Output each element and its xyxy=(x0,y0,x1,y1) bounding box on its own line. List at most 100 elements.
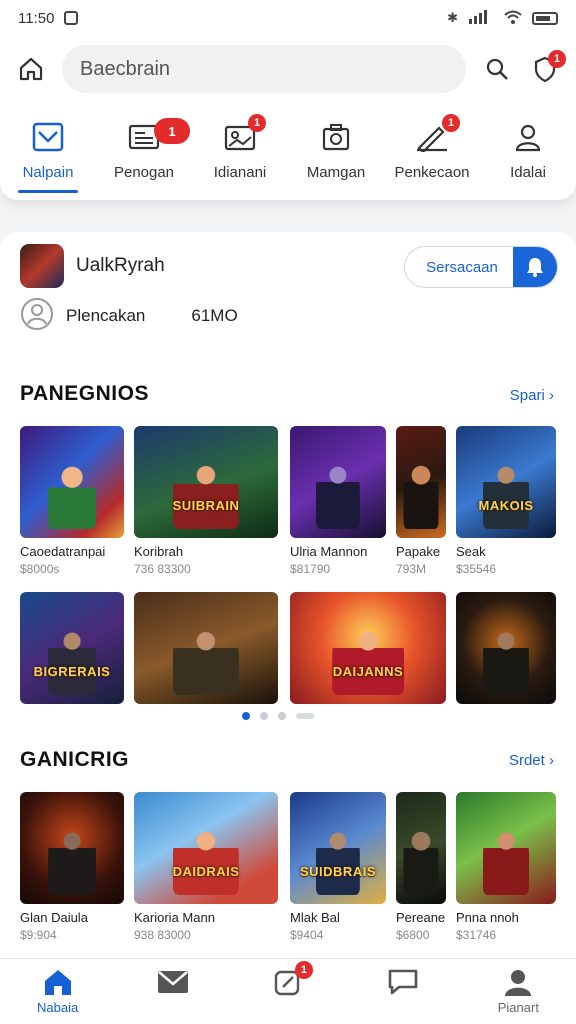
game-tile[interactable] xyxy=(456,792,556,904)
category-idianani[interactable]: 1 Idianani xyxy=(194,114,286,181)
bell-icon xyxy=(513,247,557,287)
game-price: 736 83300 xyxy=(134,562,191,576)
game-tile[interactable] xyxy=(290,426,386,538)
game-title[interactable]: Karioria Mann xyxy=(134,910,278,925)
see-all-link[interactable]: Srdet › xyxy=(509,752,554,769)
carousel-indicator[interactable] xyxy=(242,712,314,720)
tile-art-title: MAKOIS xyxy=(478,498,534,514)
game-title[interactable]: Pereane xyxy=(396,910,450,925)
nav-home[interactable]: Nabaia xyxy=(13,967,103,1016)
category-nalpain[interactable]: Nalpain xyxy=(2,120,94,193)
home-icon[interactable] xyxy=(14,52,48,86)
nav-badge: 1 xyxy=(294,961,313,979)
bluetooth-icon: ✱ xyxy=(447,10,458,25)
app-notification-icon xyxy=(64,11,79,25)
person-icon xyxy=(510,120,546,154)
nav-mail[interactable] xyxy=(128,967,218,1016)
category-penkecaon[interactable]: 1 Penkecaon xyxy=(386,114,478,181)
battery-icon xyxy=(532,11,558,25)
category-label: Penogan xyxy=(113,164,175,181)
game-tile[interactable]: SUIDBRAIS xyxy=(290,792,386,904)
meta-value: 61MO xyxy=(191,306,238,325)
game-tile[interactable]: SUIBRAIN xyxy=(134,426,278,538)
game-tile[interactable]: MAKOIS xyxy=(456,426,556,538)
image-icon xyxy=(30,120,66,154)
game-tile[interactable] xyxy=(396,792,446,904)
category-bar: Nalpain 1 Penogan 1 Idianani Mamgan 1 Pe… xyxy=(0,102,576,200)
status-bar: 11:50 ✱ xyxy=(0,0,576,36)
game-price: 793M xyxy=(396,562,427,576)
game-price: $9404 xyxy=(290,928,324,942)
tile-art-title: BIGRERAIS xyxy=(33,664,111,680)
tile-art-title: SUIDBRAIS xyxy=(299,864,376,880)
chat-icon xyxy=(386,967,420,997)
profile-icon xyxy=(501,967,535,997)
game-title[interactable]: Ulria Mannon xyxy=(290,544,386,559)
carousel-dot[interactable] xyxy=(242,712,250,720)
game-tile[interactable] xyxy=(456,592,556,704)
top-bar: Baecbrain 1 xyxy=(0,36,576,102)
edit-icon: 1 xyxy=(414,114,460,154)
meta-label: Plencakan xyxy=(66,306,146,325)
home-icon xyxy=(41,967,75,997)
category-badge: 1 xyxy=(442,114,460,132)
game-title[interactable]: Mlak Bal xyxy=(290,910,386,925)
game-title[interactable]: Glan Daiula xyxy=(20,910,124,925)
game-tile[interactable] xyxy=(134,592,278,704)
gallery-icon: 1 xyxy=(222,114,266,154)
nav-chat[interactable] xyxy=(358,967,448,1016)
game-price: 938 83000 xyxy=(134,928,191,942)
game-title[interactable]: Pnna nnoh xyxy=(456,910,556,925)
category-label: Mamgan xyxy=(306,164,366,181)
nav-compass[interactable]: 1 xyxy=(243,961,333,1016)
notifications-button[interactable]: 1 xyxy=(528,50,566,86)
game-tile[interactable]: DAIDRAIS xyxy=(134,792,278,904)
signal-icon xyxy=(468,9,494,27)
game-title[interactable]: Koribrah xyxy=(134,544,278,559)
game-tile[interactable]: DAIJANNS xyxy=(290,592,446,704)
wifi-icon xyxy=(504,10,522,27)
search-icon[interactable] xyxy=(480,52,514,86)
game-title[interactable]: Seak xyxy=(456,544,556,559)
game-title[interactable]: Caoedatranpai xyxy=(20,544,124,559)
tile-art-title: DAIDRAIS xyxy=(172,864,240,880)
category-label: Nalpain xyxy=(22,164,74,181)
nav-label: Pianart xyxy=(497,1000,539,1015)
game-tile[interactable] xyxy=(20,792,124,904)
subscribe-button[interactable]: Sersacaan xyxy=(404,246,558,288)
carousel-dot[interactable] xyxy=(260,712,268,720)
see-all-link[interactable]: Spari › xyxy=(510,387,554,404)
channel-avatar[interactable] xyxy=(20,244,64,288)
compass-icon: 1 xyxy=(271,961,313,997)
bottom-nav: Nabaia 1 Pianart xyxy=(0,958,576,1024)
mail-icon xyxy=(156,967,190,997)
game-title[interactable]: Papake xyxy=(396,544,450,559)
game-price: $8000s xyxy=(20,562,60,576)
notification-badge: 1 xyxy=(548,50,566,68)
news-icon: 1 xyxy=(126,118,190,154)
category-label: Idianani xyxy=(213,164,267,181)
carousel-dot[interactable] xyxy=(296,713,314,719)
game-tile[interactable]: BIGRERAIS xyxy=(20,592,124,704)
carousel-dot[interactable] xyxy=(278,712,286,720)
channel-name[interactable]: UalkRyrah xyxy=(76,255,165,277)
game-price: $6800 xyxy=(396,928,430,942)
content-card: UalkRyrah Sersacaan Plencakan 61MO PANEG… xyxy=(0,232,576,962)
camera-icon xyxy=(318,120,354,154)
search-input[interactable]: Baecbrain xyxy=(62,45,466,93)
game-tile[interactable] xyxy=(20,426,124,538)
nav-profile[interactable]: Pianart xyxy=(473,967,563,1016)
subscribe-label: Sersacaan xyxy=(426,258,498,276)
active-tab-indicator xyxy=(18,190,78,193)
game-price: $9:904 xyxy=(20,928,57,942)
section-title: GANICRIG xyxy=(20,748,129,771)
tile-art-title: SUIBRAIN xyxy=(172,498,240,514)
game-price: $81790 xyxy=(290,562,331,576)
category-penogan[interactable]: 1 Penogan xyxy=(98,118,190,181)
nav-label: Nabaia xyxy=(36,1000,79,1015)
game-tile[interactable] xyxy=(396,426,446,538)
category-mamgan[interactable]: Mamgan xyxy=(290,120,382,181)
category-idalai[interactable]: Idalai xyxy=(482,120,574,181)
category-label: Penkecaon xyxy=(394,164,470,181)
tile-art-title: DAIJANNS xyxy=(332,664,404,680)
